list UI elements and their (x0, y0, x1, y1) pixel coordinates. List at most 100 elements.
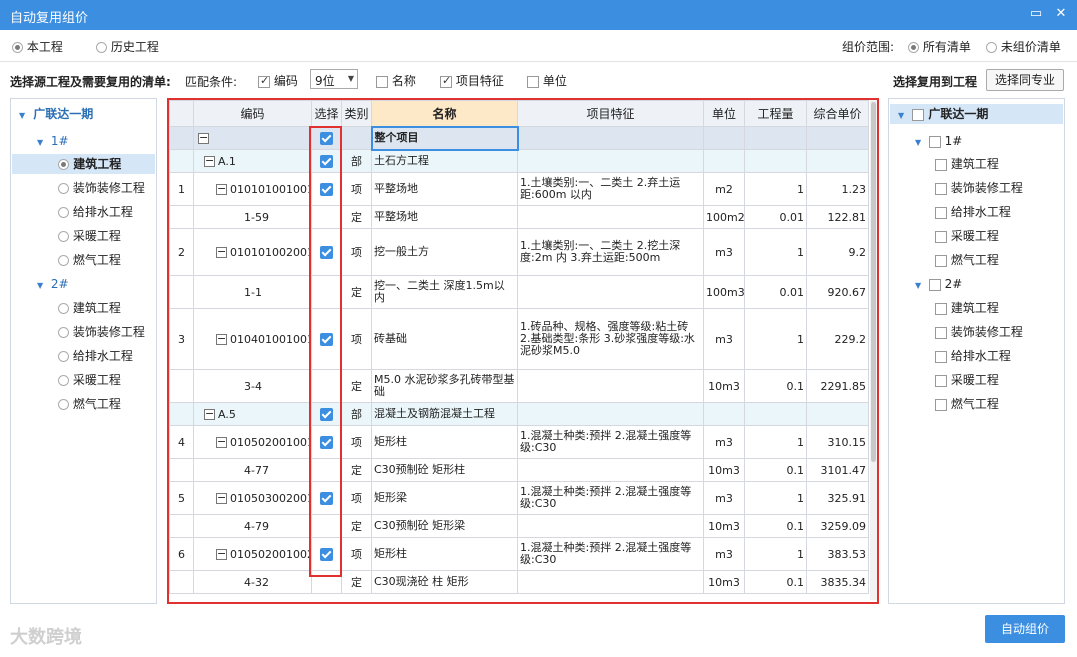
vertical-scrollbar[interactable] (870, 100, 877, 600)
digits-select[interactable]: 9位 ▼ (310, 69, 358, 89)
left-tree-item[interactable]: 给排水工程 (58, 202, 133, 222)
checkbox-checked-icon[interactable] (320, 131, 333, 145)
checkbox-checked-icon[interactable] (320, 154, 333, 168)
checkbox-checked-icon[interactable] (320, 407, 333, 421)
collapse-icon[interactable]: − (204, 408, 215, 420)
checkbox-checked-icon[interactable] (320, 547, 333, 561)
select-cell[interactable] (311, 149, 342, 173)
select-same-major-button[interactable]: 选择同专业 (986, 69, 1064, 91)
scrollbar-thumb[interactable] (871, 102, 876, 462)
table-row[interactable]: 4-32 定 C30现浇砼 柱 矩形 10m3 0.1 3835.34 (169, 570, 869, 594)
select-cell[interactable] (311, 514, 342, 538)
left-tree-item[interactable]: 燃气工程 (58, 250, 121, 270)
code-cell: 1-59 (193, 205, 312, 229)
item-label: 给排水工程 (72, 205, 133, 219)
select-cell[interactable] (311, 205, 342, 229)
right-tree-item[interactable]: 装饰装修工程 (935, 322, 1023, 342)
match-feature-checkbox[interactable]: 项目特征 (440, 72, 504, 89)
select-cell[interactable] (311, 172, 342, 206)
select-cell[interactable] (311, 275, 342, 309)
select-cell[interactable] (311, 228, 342, 276)
table-row[interactable]: 6−010502001002 项矩形柱 1.混凝土种类:预拌 2.混凝土强度等级:C… (169, 537, 869, 571)
table-row[interactable]: 2−010101002001 项挖一般土方 1.土壤类别:一、二类土 2.挖土深度:… (169, 228, 869, 276)
table-row[interactable]: 1−010101001001 项平整场地 1.土壤类别:一、二类土 2.弃土运距:6… (169, 172, 869, 206)
table-row[interactable]: 1-59 定平整场地 100m2 0.01 122.81 (169, 205, 869, 229)
checkbox-checked-icon[interactable] (320, 435, 333, 449)
checkbox-checked-icon[interactable] (320, 182, 333, 196)
radio-on-icon (12, 42, 23, 53)
checkbox-icon (935, 326, 947, 339)
left-tree-item[interactable]: 采暖工程 (58, 226, 121, 246)
table-row[interactable]: 4-79 定 C30预制砼 矩形梁 10m3 0.1 3259.09 (169, 514, 869, 538)
collapse-icon[interactable]: − (216, 492, 227, 504)
radio-unpriced-list[interactable]: 未组价清单 (986, 38, 1061, 55)
left-tree-node-2[interactable]: ▼ 2# (37, 274, 69, 294)
radio-all-list[interactable]: 所有清单 (908, 38, 971, 55)
checkbox-checked-icon[interactable] (320, 245, 333, 259)
collapse-icon[interactable]: − (204, 155, 215, 167)
row-number-cell (169, 458, 194, 482)
left-tree-item[interactable]: 采暖工程 (58, 370, 121, 390)
table-row[interactable]: − A.5 部混凝土及钢筋混凝土工程 (169, 402, 869, 426)
collapse-icon[interactable]: − (198, 132, 209, 144)
table-row[interactable]: 4-77 定 C30预制砼 矩形柱 10m3 0.1 3101.47 (169, 458, 869, 482)
right-tree-item[interactable]: 装饰装修工程 (935, 178, 1023, 198)
checkbox-checked-icon[interactable] (320, 332, 333, 346)
table-row[interactable]: − A.1 部土石方工程 (169, 149, 869, 173)
radio-history-project[interactable]: 历史工程 (96, 38, 159, 55)
select-cell[interactable] (311, 425, 342, 459)
select-cell[interactable] (311, 481, 342, 515)
table-row[interactable]: 1-1 定挖一、二类土 深度1.5m以内 100m3 0.01 920.67 (169, 275, 869, 309)
row-number-cell: 2 (169, 228, 194, 276)
select-cell[interactable] (311, 570, 342, 594)
close-icon[interactable]: ✕ (1053, 6, 1069, 22)
table-row[interactable]: 4−010502001001 项矩形柱 1.混凝土种类:预拌 2.混凝土强度等级:C… (169, 425, 869, 459)
checkbox-checked-icon[interactable] (320, 491, 333, 505)
right-tree-root[interactable]: ▼ 广联达一期 (890, 104, 1063, 124)
collapse-icon[interactable]: − (216, 246, 227, 258)
feature-cell: 1.混凝土种类:预拌 2.混凝土强度等级:C30 (517, 481, 704, 515)
left-tree-item[interactable]: 装饰装修工程 (58, 178, 145, 198)
right-tree-item[interactable]: 给排水工程 (935, 202, 1011, 222)
auto-price-button[interactable]: 自动组价 (985, 615, 1065, 643)
right-tree-node-1[interactable]: ▼ 1# (915, 131, 962, 151)
right-tree-node-2[interactable]: ▼ 2# (915, 274, 962, 294)
table-row[interactable]: − 整个项目 (169, 125, 869, 151)
left-tree-root[interactable]: ▼ 广联达一期 (19, 104, 93, 124)
select-cell[interactable] (311, 537, 342, 571)
right-tree-item[interactable]: 燃气工程 (935, 250, 999, 270)
collapse-icon[interactable]: − (216, 183, 227, 195)
left-tree-node-1[interactable]: ▼ 1# (37, 131, 69, 151)
code-cell: − (193, 126, 312, 150)
radio-this-project[interactable]: 本工程 (12, 38, 63, 55)
table-row[interactable]: 3-4 定 M5.0 水泥砂浆多孔砖带型基础 10m3 0.1 2291.85 (169, 369, 869, 403)
right-tree-item[interactable]: 给排水工程 (935, 346, 1011, 366)
minimize-icon[interactable]: ▭ (1028, 6, 1044, 22)
table-row[interactable]: 3−010401001001 项砖基础 1.砖品种、规格、强度等级:粘土砖 2.基础… (169, 308, 869, 370)
right-tree-item[interactable]: 建筑工程 (935, 154, 999, 174)
item-label: 给排水工程 (72, 349, 133, 363)
right-tree-item[interactable]: 燃气工程 (935, 394, 999, 414)
left-tree-item[interactable]: 燃气工程 (58, 394, 121, 414)
left-tree-item[interactable]: 装饰装修工程 (58, 322, 145, 342)
match-name-checkbox[interactable]: 名称 (376, 72, 416, 89)
match-code-checkbox[interactable]: 编码 (258, 72, 298, 89)
right-tree-item[interactable]: 采暖工程 (935, 370, 999, 390)
left-tree-item[interactable]: 建筑工程 (58, 298, 121, 318)
select-cell[interactable] (311, 126, 342, 150)
item-label: 燃气工程 (950, 397, 999, 411)
collapse-icon[interactable]: − (216, 436, 227, 448)
select-cell[interactable] (311, 402, 342, 426)
right-tree-item[interactable]: 采暖工程 (935, 226, 999, 246)
collapse-icon[interactable]: − (216, 333, 227, 345)
table-row[interactable]: 5−010503002001 项矩形梁 1.混凝土种类:预拌 2.混凝土强度等级:C… (169, 481, 869, 515)
left-tree-item[interactable]: 给排水工程 (58, 346, 133, 366)
left-tree-item-selected[interactable]: 建筑工程 (12, 154, 155, 174)
select-cell[interactable] (311, 308, 342, 370)
select-cell[interactable] (311, 369, 342, 403)
select-cell[interactable] (311, 458, 342, 482)
match-unit-checkbox[interactable]: 单位 (527, 72, 567, 89)
right-tree-item[interactable]: 建筑工程 (935, 298, 999, 318)
left-tree-panel: ▼ 广联达一期 ▼ 1# 建筑工程 装饰装修工程 给排水工程 采暖工程 燃气工程… (10, 98, 157, 604)
collapse-icon[interactable]: − (216, 548, 227, 560)
